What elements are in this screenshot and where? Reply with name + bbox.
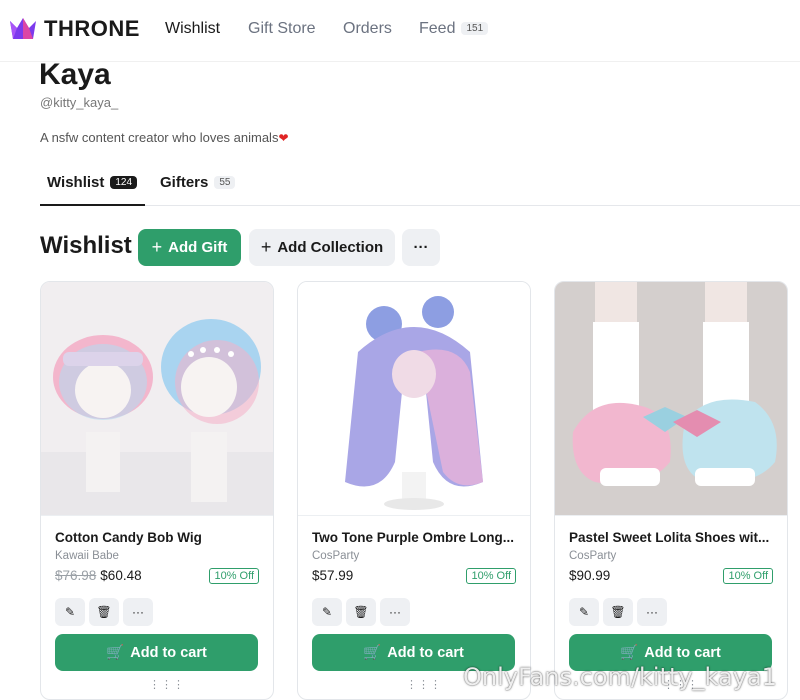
add-gift-label: Add Gift (168, 239, 228, 256)
delete-button[interactable]: 🗑 (346, 598, 376, 626)
feed-count-badge: 151 (461, 22, 489, 35)
wig-product-image (298, 282, 530, 515)
trash-icon: 🗑 (610, 605, 626, 619)
item-more-button[interactable]: ··· (123, 598, 153, 626)
tab-wishlist-label: Wishlist (47, 174, 105, 191)
item-title[interactable]: Two Tone Purple Ombre Long... (312, 530, 517, 545)
item-more-button[interactable]: ··· (380, 598, 410, 626)
item-price: $60.48 (100, 568, 142, 583)
watermark-text: OnlyFans.com/kitty_kaya1 (463, 663, 777, 691)
wishlist-item-card[interactable]: Cotton Candy Bob Wig Kawaii Babe $76.98 $… (40, 281, 274, 700)
card-details: Cotton Candy Bob Wig Kawaii Babe $76.98 $… (41, 515, 273, 699)
item-more-button[interactable]: ··· (637, 598, 667, 626)
crown-icon (10, 18, 36, 39)
item-title[interactable]: Cotton Candy Bob Wig (55, 530, 260, 545)
more-options-button[interactable]: ··· (402, 229, 440, 266)
add-to-cart-label: Add to cart (644, 644, 721, 661)
add-to-cart-label: Add to cart (130, 644, 207, 661)
top-nav: THRONE Wishlist Gift Store Orders Feed 15… (0, 0, 800, 62)
cart-icon: 🛒 (363, 645, 382, 661)
pencil-icon: ✎ (64, 605, 76, 619)
item-store: CosParty (312, 550, 360, 562)
product-image[interactable] (41, 282, 273, 515)
plus-icon: + (151, 237, 163, 257)
wig-product-image (41, 282, 273, 515)
add-gift-button[interactable]: + Add Gift (138, 229, 241, 266)
more-icon: ··· (389, 605, 401, 619)
drag-handle-icon[interactable]: ⋮⋮⋮ (406, 678, 442, 691)
profile-tabs: Wishlist 124 Gifters 55 (40, 162, 800, 206)
more-icon: ··· (646, 605, 658, 619)
cart-icon: 🛒 (620, 645, 639, 661)
nav-gift-store[interactable]: Gift Store (248, 20, 316, 38)
profile-name: Kaya (39, 58, 111, 91)
tab-gifters[interactable]: Gifters 55 (160, 174, 236, 191)
discount-badge: 10% Off (723, 568, 773, 584)
add-to-cart-label: Add to cart (387, 644, 464, 661)
edit-button[interactable]: ✎ (312, 598, 342, 626)
delete-button[interactable]: 🗑 (603, 598, 633, 626)
gifters-count-badge: 55 (214, 176, 236, 189)
trash-icon: 🗑 (353, 605, 369, 619)
add-collection-button[interactable]: + Add Collection (249, 229, 395, 266)
nav-orders[interactable]: Orders (343, 20, 392, 38)
more-icon: ··· (132, 605, 144, 619)
item-price-row: $90.99 (569, 568, 610, 583)
item-price-row: $57.99 (312, 568, 353, 583)
bio-text: A nsfw content creator who loves animals (40, 130, 279, 145)
wishlist-item-card[interactable]: Two Tone Purple Ombre Long... CosParty $… (297, 281, 531, 700)
wishlist-item-card[interactable]: Pastel Sweet Lolita Shoes wit... CosPart… (554, 281, 788, 700)
active-tab-indicator (40, 204, 145, 206)
edit-button[interactable]: ✎ (55, 598, 85, 626)
pencil-icon: ✎ (321, 605, 333, 619)
delete-button[interactable]: 🗑 (89, 598, 119, 626)
item-price: $90.99 (569, 568, 611, 583)
tab-gifters-label: Gifters (160, 174, 209, 191)
nav-feed[interactable]: Feed 151 (419, 20, 489, 38)
nav-wishlist[interactable]: Wishlist (165, 20, 220, 38)
item-original-price: $76.98 (55, 568, 97, 583)
plus-icon: + (260, 237, 272, 257)
wishlist-title: Wishlist (40, 232, 132, 259)
pencil-icon: ✎ (578, 605, 590, 619)
profile-handle: @kitty_kaya_ (40, 95, 119, 110)
shoes-product-image (555, 282, 787, 515)
add-to-cart-button[interactable]: 🛒 Add to cart (55, 634, 258, 671)
add-collection-label: Add Collection (277, 239, 384, 256)
product-image[interactable] (555, 282, 787, 515)
brand-name: THRONE (44, 16, 140, 41)
profile-bio: A nsfw content creator who loves animals… (40, 130, 289, 145)
nav-feed-label: Feed (419, 20, 456, 37)
heart-icon: ❤ (278, 131, 289, 145)
discount-badge: 10% Off (209, 568, 259, 584)
trash-icon: 🗑 (96, 605, 112, 619)
tab-wishlist[interactable]: Wishlist 124 (47, 174, 138, 191)
edit-button[interactable]: ✎ (569, 598, 599, 626)
item-price: $57.99 (312, 568, 354, 583)
item-store: Kawaii Babe (55, 550, 119, 562)
drag-handle-icon[interactable]: ⋮⋮⋮ (149, 678, 185, 691)
item-price-row: $76.98 $60.48 (55, 568, 142, 583)
item-store: CosParty (569, 550, 617, 562)
discount-badge: 10% Off (466, 568, 516, 584)
item-title[interactable]: Pastel Sweet Lolita Shoes wit... (569, 530, 774, 545)
wishlist-count-badge: 124 (110, 176, 138, 189)
product-image[interactable] (298, 282, 530, 515)
more-icon: ··· (413, 239, 429, 256)
throne-logo[interactable]: THRONE (8, 15, 140, 43)
cart-icon: 🛒 (106, 645, 125, 661)
